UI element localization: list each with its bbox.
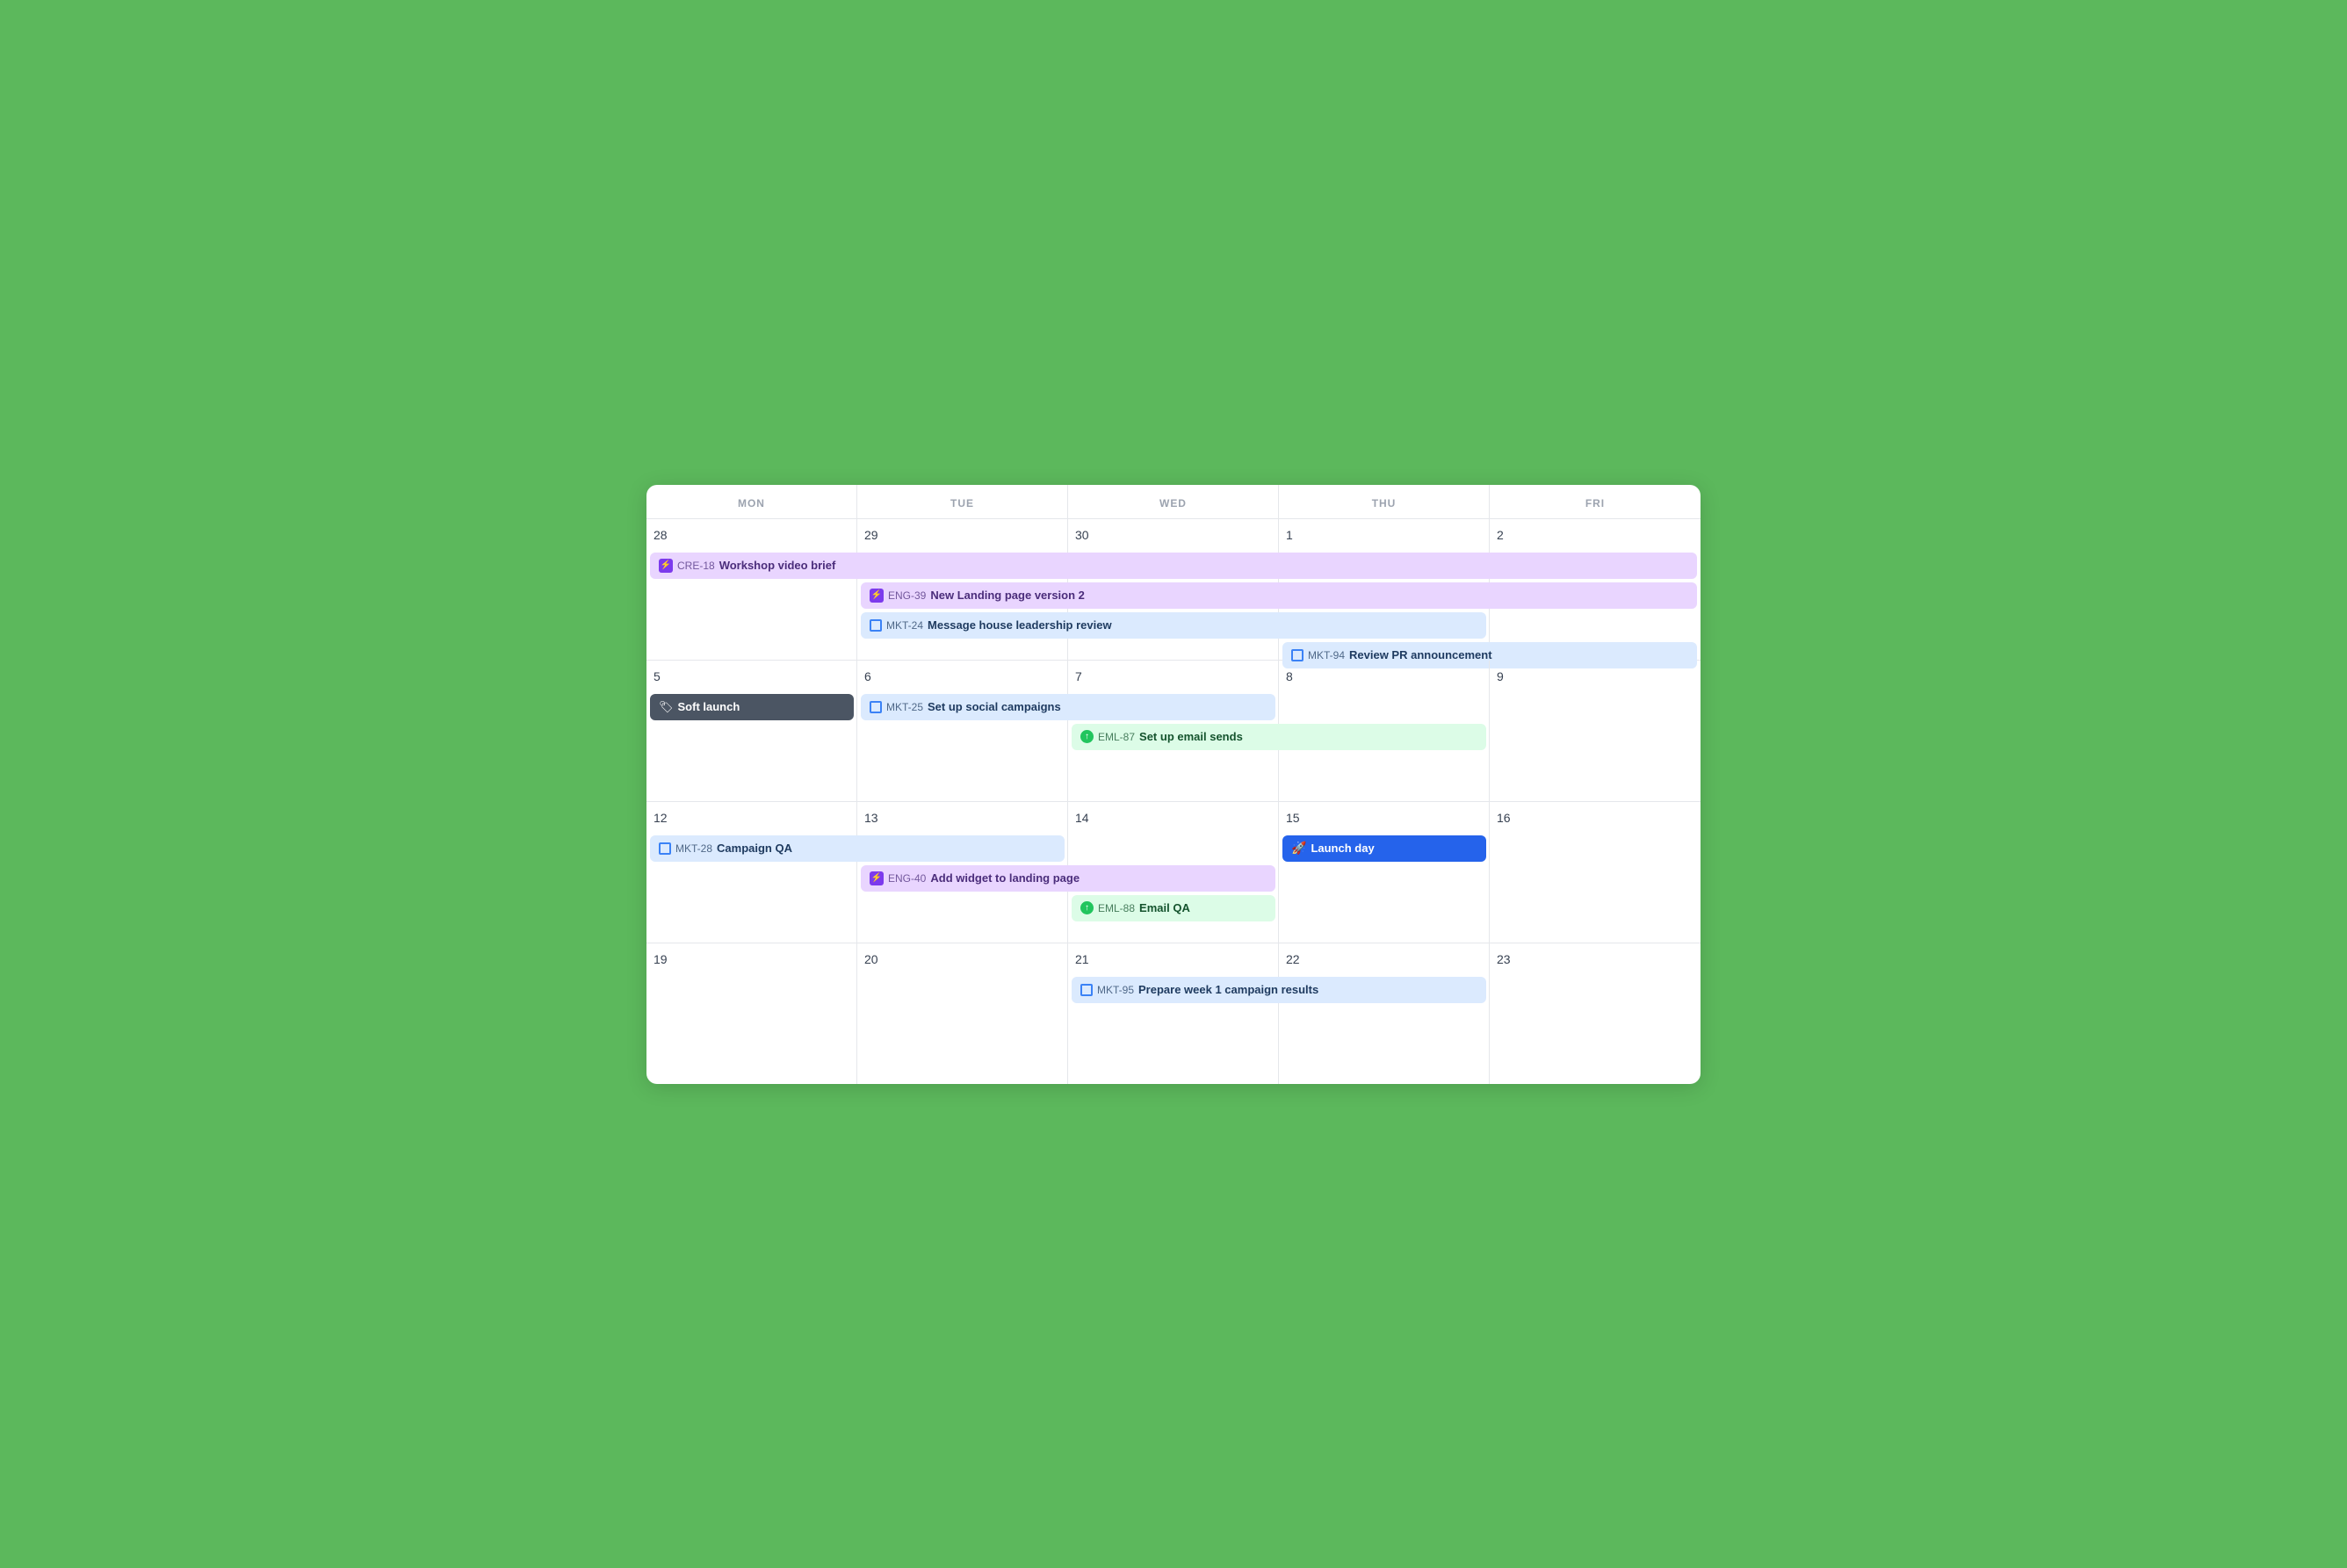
event-title: Prepare week 1 campaign results <box>1138 983 1318 996</box>
event-id: MKT-94 <box>1308 649 1345 661</box>
rocket-icon: 🚀 <box>1291 841 1306 856</box>
week-row-3: 19 20 21 22 23 MKT-95 Prepare week 1 campaign … <box>646 943 1701 1084</box>
event-title: Soft launch <box>678 700 740 713</box>
day-number: 28 <box>654 528 849 542</box>
event-id: MKT-28 <box>675 842 712 855</box>
day-number: 15 <box>1286 811 1482 825</box>
event-id: EML-87 <box>1098 731 1135 743</box>
cell-2-4: 16 <box>1490 802 1701 943</box>
calendar: MON TUE WED THU FRI 28293012⚡CRE-18Works… <box>646 485 1701 1084</box>
day-header-wed: WED <box>1068 485 1279 518</box>
event-eml88[interactable]: ↑ EML-88 Email QA <box>1072 895 1275 921</box>
event-title: Launch day <box>1311 842 1374 855</box>
day-number: 19 <box>654 952 849 966</box>
cell-2-3: 15 <box>1279 802 1490 943</box>
cell-3-4: 23 <box>1490 943 1701 1084</box>
event-eng40[interactable]: ⚡ ENG-40 Add widget to landing page <box>861 865 1275 892</box>
day-number: 9 <box>1497 669 1693 683</box>
event-id: EML-88 <box>1098 902 1135 914</box>
bolt-icon: ⚡ <box>870 589 884 603</box>
event-title: New Landing page version 2 <box>930 589 1085 602</box>
event-id: MKT-24 <box>886 619 923 632</box>
cell-1-1: 6 <box>857 661 1068 801</box>
event-title: Message house leadership review <box>928 618 1112 632</box>
day-number: 12 <box>654 811 849 825</box>
event-id: MKT-95 <box>1097 984 1134 996</box>
week-row-1: 5 6 7 8 9 🏷 Soft launch MKT-25 Set up social cam… <box>646 661 1701 802</box>
cell-1-0: 5 <box>646 661 857 801</box>
event-eng39[interactable]: ⚡ ENG-39 New Landing page version 2 <box>861 582 1697 609</box>
check-circle-icon: ↑ <box>1080 730 1094 743</box>
calendar-body: 28293012⚡CRE-18Workshop video brief⚡ENG-… <box>646 519 1701 1084</box>
day-number: 5 <box>654 669 849 683</box>
week-row-2: 12 13 14 15 16 MKT-28 Campaign QA 🚀 Launch day ⚡ E… <box>646 802 1701 943</box>
cell-0-0: 28 <box>646 519 857 660</box>
cell-3-0: 19 <box>646 943 857 1084</box>
event-eml87[interactable]: ↑ EML-87 Set up email sends <box>1072 724 1486 750</box>
event-title: Add widget to landing page <box>930 871 1080 885</box>
cell-3-3: 22 <box>1279 943 1490 1084</box>
event-mkt28[interactable]: MKT-28 Campaign QA <box>650 835 1065 862</box>
event-title: Email QA <box>1139 901 1190 914</box>
week-row-0: 28 29 30 1 2 ⚡ CRE-18 Workshop video brief ⚡ ENG-… <box>646 519 1701 661</box>
bolt-icon: ⚡ <box>659 559 673 573</box>
cell-3-1: 20 <box>857 943 1068 1084</box>
event-cre18[interactable]: ⚡ CRE-18 Workshop video brief <box>650 553 1697 579</box>
day-number: 22 <box>1286 952 1482 966</box>
day-number: 2 <box>1497 528 1693 542</box>
day-header-mon: MON <box>646 485 857 518</box>
day-number: 20 <box>864 952 1060 966</box>
event-soft-launch[interactable]: 🏷 Soft launch <box>650 694 854 720</box>
event-title: Set up email sends <box>1139 730 1243 743</box>
cell-3-2: 21 <box>1068 943 1279 1084</box>
day-number: 29 <box>864 528 1060 542</box>
event-id: CRE-18 <box>677 560 715 572</box>
square-icon <box>1080 984 1093 996</box>
day-number: 30 <box>1075 528 1271 542</box>
day-header-tue: TUE <box>857 485 1068 518</box>
event-title: Workshop video brief <box>719 559 836 572</box>
day-number: 21 <box>1075 952 1271 966</box>
cell-1-4: 9 <box>1490 661 1701 801</box>
bolt-icon: ⚡ <box>870 871 884 885</box>
square-icon <box>870 619 882 632</box>
event-mkt24[interactable]: MKT-24 Message house leadership review <box>861 612 1486 639</box>
day-number: 8 <box>1286 669 1482 683</box>
event-title: Set up social campaigns <box>928 700 1061 713</box>
day-header-thu: THU <box>1279 485 1490 518</box>
day-header-fri: FRI <box>1490 485 1701 518</box>
cell-2-0: 12 <box>646 802 857 943</box>
day-number: 1 <box>1286 528 1482 542</box>
tag-icon: 🏷 <box>659 700 674 714</box>
square-icon <box>870 701 882 713</box>
event-id: MKT-25 <box>886 701 923 713</box>
square-icon <box>1291 649 1303 661</box>
day-number: 6 <box>864 669 1060 683</box>
event-id: ENG-40 <box>888 872 926 885</box>
day-number: 23 <box>1497 952 1693 966</box>
square-icon <box>659 842 671 855</box>
event-launch-day[interactable]: 🚀 Launch day <box>1282 835 1486 862</box>
day-number: 7 <box>1075 669 1271 683</box>
event-title: Campaign QA <box>717 842 792 855</box>
day-number: 16 <box>1497 811 1693 825</box>
event-mkt25[interactable]: MKT-25 Set up social campaigns <box>861 694 1275 720</box>
day-number: 13 <box>864 811 1060 825</box>
calendar-header: MON TUE WED THU FRI <box>646 485 1701 519</box>
day-number: 14 <box>1075 811 1271 825</box>
event-id: ENG-39 <box>888 589 926 602</box>
event-mkt95[interactable]: MKT-95 Prepare week 1 campaign results <box>1072 977 1486 1003</box>
check-circle-icon: ↑ <box>1080 901 1094 914</box>
